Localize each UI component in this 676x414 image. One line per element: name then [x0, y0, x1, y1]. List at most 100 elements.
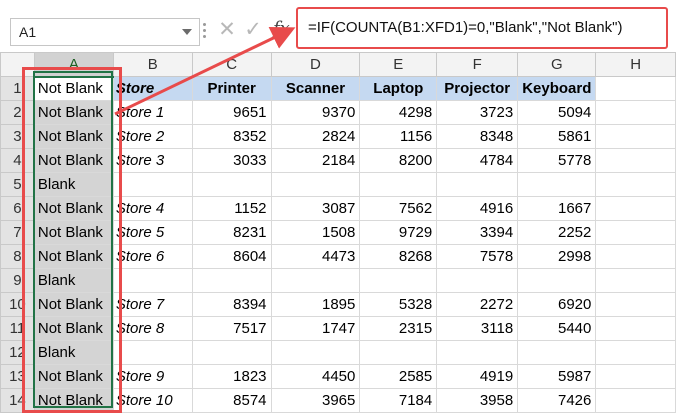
store-cell[interactable]: Store 7 [112, 292, 193, 317]
value-cell[interactable] [359, 172, 438, 197]
cell[interactable] [595, 316, 676, 341]
result-cell[interactable]: Blank [33, 340, 114, 365]
row-header[interactable]: 5 [0, 172, 35, 197]
column-header-c[interactable]: C [191, 52, 272, 77]
store-cell[interactable]: Store 3 [112, 148, 193, 173]
insert-function-icon[interactable]: fx [273, 18, 290, 39]
formula-input[interactable]: =IF(COUNTA(B1:XFD1)=0,"Blank","Not Blank… [296, 7, 668, 49]
value-cell[interactable] [517, 268, 597, 293]
header-cell-store[interactable]: Store [112, 76, 193, 101]
value-cell[interactable]: 2315 [359, 316, 438, 341]
result-cell[interactable]: Not Blank [33, 220, 114, 245]
value-cell[interactable]: 1895 [270, 292, 361, 317]
column-header-h[interactable]: H [595, 52, 676, 77]
store-cell[interactable] [112, 268, 193, 293]
value-cell[interactable]: 4450 [270, 364, 361, 389]
column-header-g[interactable]: G [517, 52, 597, 77]
store-cell[interactable] [112, 340, 193, 365]
value-cell[interactable]: 1667 [517, 196, 597, 221]
result-cell[interactable]: Not Blank [33, 244, 114, 269]
header-cell-laptop[interactable]: Laptop [359, 76, 438, 101]
store-cell[interactable]: Store 5 [112, 220, 193, 245]
value-cell[interactable]: 7426 [517, 388, 597, 413]
value-cell[interactable]: 5440 [517, 316, 597, 341]
result-cell[interactable]: Blank [33, 268, 114, 293]
result-cell[interactable]: Not Blank [33, 148, 114, 173]
value-cell[interactable]: 3965 [270, 388, 361, 413]
value-cell[interactable] [436, 340, 519, 365]
row-header[interactable]: 11 [0, 316, 35, 341]
value-cell[interactable] [191, 340, 272, 365]
value-cell[interactable]: 3394 [436, 220, 519, 245]
cell[interactable] [595, 76, 676, 101]
column-header-d[interactable]: D [270, 52, 361, 77]
value-cell[interactable]: 1747 [270, 316, 361, 341]
value-cell[interactable] [270, 268, 361, 293]
value-cell[interactable]: 5987 [517, 364, 597, 389]
row-header[interactable]: 2 [0, 100, 35, 125]
value-cell[interactable]: 1152 [191, 196, 272, 221]
column-header-f[interactable]: F [436, 52, 519, 77]
row-header[interactable]: 9 [0, 268, 35, 293]
store-cell[interactable]: Store 4 [112, 196, 193, 221]
value-cell[interactable] [517, 172, 597, 197]
enter-icon[interactable]: ✓ [240, 16, 266, 44]
value-cell[interactable]: 2252 [517, 220, 597, 245]
row-header[interactable]: 1 [0, 76, 35, 101]
header-cell-scanner[interactable]: Scanner [270, 76, 361, 101]
row-header[interactable]: 13 [0, 364, 35, 389]
value-cell[interactable]: 8352 [191, 124, 272, 149]
value-cell[interactable] [436, 172, 519, 197]
value-cell[interactable]: 7517 [191, 316, 272, 341]
result-cell[interactable]: Blank [33, 172, 114, 197]
value-cell[interactable]: 4473 [270, 244, 361, 269]
cell[interactable] [595, 292, 676, 317]
store-cell[interactable]: Store 10 [112, 388, 193, 413]
value-cell[interactable]: 3087 [270, 196, 361, 221]
value-cell[interactable] [270, 172, 361, 197]
row-header[interactable]: 4 [0, 148, 35, 173]
row-header[interactable]: 6 [0, 196, 35, 221]
value-cell[interactable]: 4916 [436, 196, 519, 221]
store-cell[interactable]: Store 1 [112, 100, 193, 125]
cell[interactable] [595, 364, 676, 389]
value-cell[interactable]: 6920 [517, 292, 597, 317]
value-cell[interactable]: 3118 [436, 316, 519, 341]
value-cell[interactable]: 1156 [359, 124, 438, 149]
value-cell[interactable] [191, 268, 272, 293]
value-cell[interactable]: 1508 [270, 220, 361, 245]
value-cell[interactable]: 2184 [270, 148, 361, 173]
store-cell[interactable]: Store 2 [112, 124, 193, 149]
value-cell[interactable] [517, 340, 597, 365]
value-cell[interactable]: 3033 [191, 148, 272, 173]
header-cell-printer[interactable]: Printer [191, 76, 272, 101]
value-cell[interactable]: 7184 [359, 388, 438, 413]
value-cell[interactable]: 5328 [359, 292, 438, 317]
cell[interactable] [595, 244, 676, 269]
header-cell-projector[interactable]: Projector [436, 76, 519, 101]
column-header-e[interactable]: E [359, 52, 438, 77]
value-cell[interactable]: 9651 [191, 100, 272, 125]
value-cell[interactable] [191, 172, 272, 197]
value-cell[interactable]: 9729 [359, 220, 438, 245]
value-cell[interactable]: 2585 [359, 364, 438, 389]
cancel-icon[interactable]: ✕ [214, 16, 240, 44]
value-cell[interactable]: 4298 [359, 100, 438, 125]
select-all-corner[interactable] [0, 52, 35, 77]
value-cell[interactable]: 5094 [517, 100, 597, 125]
value-cell[interactable]: 4784 [436, 148, 519, 173]
value-cell[interactable]: 2272 [436, 292, 519, 317]
value-cell[interactable]: 7562 [359, 196, 438, 221]
cell[interactable] [595, 340, 676, 365]
row-header[interactable]: 10 [0, 292, 35, 317]
value-cell[interactable]: 8394 [191, 292, 272, 317]
value-cell[interactable]: 8574 [191, 388, 272, 413]
row-header[interactable]: 3 [0, 124, 35, 149]
value-cell[interactable]: 8604 [191, 244, 272, 269]
value-cell[interactable]: 7578 [436, 244, 519, 269]
value-cell[interactable] [270, 340, 361, 365]
result-cell[interactable]: Not Blank [33, 124, 114, 149]
value-cell[interactable] [436, 268, 519, 293]
value-cell[interactable]: 8348 [436, 124, 519, 149]
value-cell[interactable]: 8200 [359, 148, 438, 173]
